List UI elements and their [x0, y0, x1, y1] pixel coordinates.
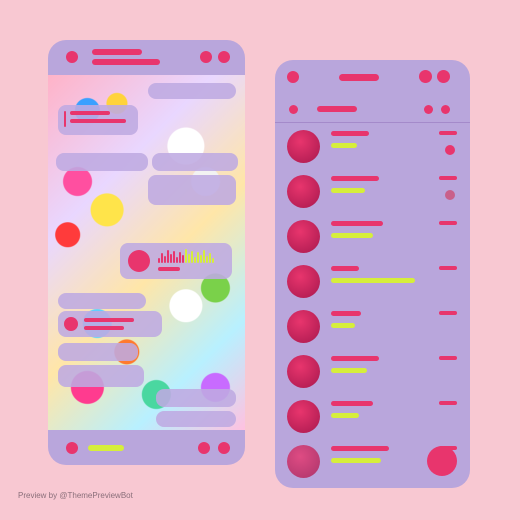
- message-bubble[interactable]: [156, 411, 236, 427]
- unread-badge-icon: [445, 190, 455, 200]
- chat-row[interactable]: [275, 395, 470, 440]
- chat-row[interactable]: [275, 125, 470, 170]
- unread-badge-icon: [445, 145, 455, 155]
- folder-bar: [275, 96, 470, 123]
- chat-avatar[interactable]: [287, 445, 320, 478]
- folder-icon[interactable]: [424, 105, 433, 114]
- sender-text: [84, 326, 124, 330]
- chat-time: [439, 176, 457, 180]
- chat-time: [439, 401, 457, 405]
- reply-text: [70, 119, 126, 123]
- chat-row[interactable]: [275, 170, 470, 215]
- sender-name: [84, 318, 134, 322]
- chat-preview: [331, 233, 373, 238]
- chat-time: [439, 221, 457, 225]
- settings-icon[interactable]: [441, 105, 450, 114]
- message-bubble[interactable]: [56, 153, 148, 171]
- chat-name: [331, 446, 389, 451]
- watermark: Preview by @ThemePreviewBot: [18, 491, 133, 500]
- chat-preview: [331, 143, 357, 148]
- chat-row[interactable]: [275, 215, 470, 260]
- message-bubble[interactable]: [58, 343, 138, 361]
- play-icon[interactable]: [128, 250, 150, 272]
- attach-icon[interactable]: [66, 442, 78, 454]
- filter-icon[interactable]: [289, 105, 298, 114]
- chat-avatar[interactable]: [287, 310, 320, 343]
- chat-time: [439, 266, 457, 270]
- chat-preview: [331, 458, 381, 463]
- emoji-icon[interactable]: [198, 442, 210, 454]
- chat-list-screen: [275, 60, 470, 488]
- menu-icon[interactable]: [218, 51, 230, 63]
- watermark-handle: @ThemePreviewBot: [59, 491, 133, 500]
- chat-header: [48, 40, 245, 75]
- chat-avatar[interactable]: [287, 400, 320, 433]
- message-bubble[interactable]: [58, 365, 144, 387]
- send-icon[interactable]: [218, 442, 230, 454]
- chat-name: [331, 311, 361, 316]
- chat-screen: [48, 40, 245, 465]
- chat-input-bar: [48, 430, 245, 465]
- chat-preview: [331, 413, 359, 418]
- chat-name: [331, 266, 359, 271]
- avatar-icon[interactable]: [200, 51, 212, 63]
- chat-name: [331, 131, 369, 136]
- chat-avatar[interactable]: [287, 130, 320, 163]
- message-bubble[interactable]: [156, 389, 236, 407]
- message-bubble[interactable]: [58, 293, 146, 309]
- chat-preview: [331, 188, 365, 193]
- sender-avatar[interactable]: [64, 317, 78, 331]
- watermark-prefix: Preview by: [18, 491, 60, 500]
- chat-name: [331, 176, 379, 181]
- reply-author: [70, 111, 110, 115]
- message-bubble[interactable]: [148, 175, 236, 205]
- chat-time: [439, 311, 457, 315]
- chat-row[interactable]: [275, 350, 470, 395]
- theme-preview: Preview by @ThemePreviewBot: [0, 0, 520, 520]
- chat-name: [331, 356, 379, 361]
- voice-message-bubble[interactable]: [120, 243, 232, 279]
- chat-status: [92, 59, 160, 65]
- app-title: [339, 74, 379, 81]
- message-input[interactable]: [88, 445, 124, 451]
- chat-avatar[interactable]: [287, 220, 320, 253]
- chat-row[interactable]: [275, 305, 470, 350]
- chat-avatar[interactable]: [287, 265, 320, 298]
- chat-wallpaper: [48, 75, 245, 430]
- chat-avatar[interactable]: [287, 355, 320, 388]
- chat-name: [331, 401, 373, 406]
- reply-bar: [64, 111, 66, 127]
- chat-name: [331, 221, 383, 226]
- chat-time: [439, 131, 457, 135]
- chat-time: [439, 356, 457, 360]
- chat-preview: [331, 278, 415, 283]
- menu-icon[interactable]: [287, 71, 299, 83]
- message-bubble[interactable]: [148, 83, 236, 99]
- chat-title: [92, 49, 142, 55]
- compose-icon[interactable]: [427, 446, 457, 476]
- chat-row[interactable]: [275, 260, 470, 305]
- message-bubble[interactable]: [152, 153, 238, 171]
- message-bubble[interactable]: [58, 311, 162, 337]
- message-bubble[interactable]: [58, 105, 138, 135]
- waveform: [158, 249, 214, 263]
- more-icon[interactable]: [437, 70, 450, 83]
- chat-preview: [331, 323, 355, 328]
- chat-preview: [331, 368, 367, 373]
- search-icon[interactable]: [419, 70, 432, 83]
- voice-duration: [158, 267, 180, 271]
- folder-tab[interactable]: [317, 106, 357, 112]
- back-icon[interactable]: [66, 51, 78, 63]
- chat-avatar[interactable]: [287, 175, 320, 208]
- list-header: [275, 60, 470, 94]
